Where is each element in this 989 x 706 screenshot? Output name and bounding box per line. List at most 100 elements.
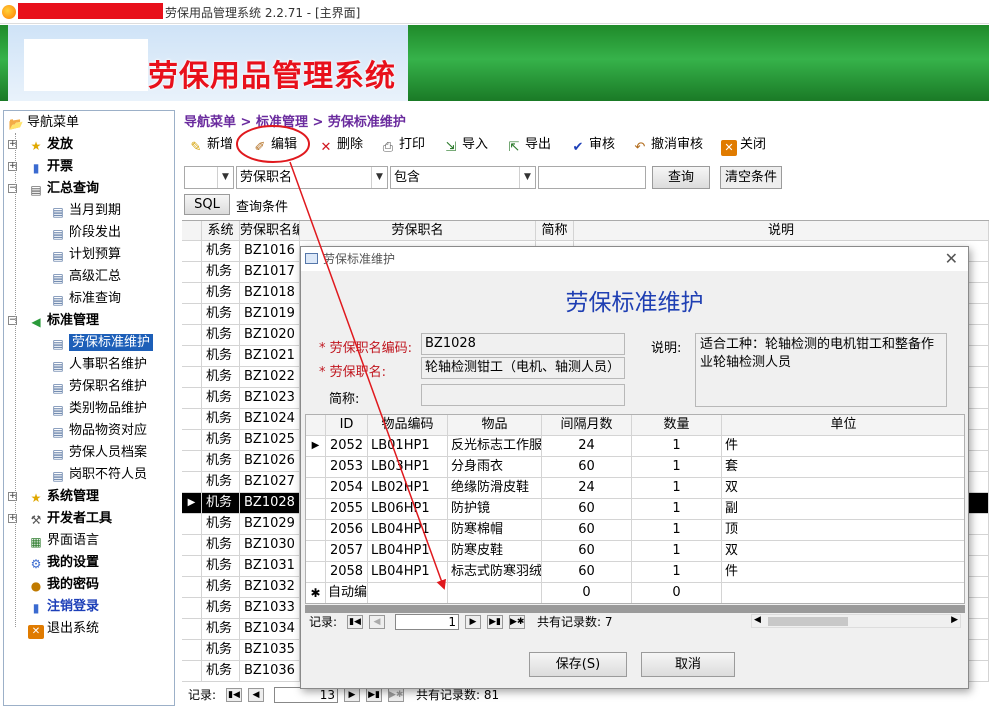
nav-item-2-3[interactable]: ▤ 高级汇总 xyxy=(50,267,121,287)
last-page-button[interactable]: ▶▮ xyxy=(366,688,382,702)
table-cell[interactable]: BZ1023 xyxy=(240,388,300,408)
print-button[interactable]: ⎙ 打印 xyxy=(378,133,425,157)
table-cell[interactable]: BZ1036 xyxy=(240,661,300,681)
table-cell[interactable]: 副 xyxy=(722,499,964,519)
table-row[interactable]: 2053 LB03HP1 分身雨衣 60 1 套 xyxy=(306,457,964,478)
column-header[interactable]: 单位 xyxy=(722,415,964,435)
table-cell[interactable]: 顶 xyxy=(722,520,964,540)
scroll-thumb[interactable] xyxy=(768,617,848,626)
new-record-button[interactable]: ▶✱ xyxy=(509,615,525,629)
value-input[interactable] xyxy=(538,166,646,189)
cancel-button[interactable]: 取消 xyxy=(641,652,735,677)
save-button[interactable]: 保存(S) xyxy=(529,652,627,677)
short-field[interactable] xyxy=(421,384,625,406)
nav-group-3[interactable]: − ◀ 标准管理 xyxy=(8,311,99,331)
table-cell[interactable]: 2056 xyxy=(326,520,368,540)
nav-extra-1[interactable]: ⚙ 我的设置 xyxy=(28,553,99,573)
code-field[interactable]: BZ1028 xyxy=(421,333,625,355)
query-button[interactable]: 查询 xyxy=(652,166,710,189)
table-row[interactable]: 2056 LB04HP1 防寒棉帽 60 1 顶 xyxy=(306,520,964,541)
new-record-button[interactable]: ▶✱ xyxy=(388,688,404,702)
nav-item-3-4[interactable]: ▤ 物品物资对应 xyxy=(50,421,147,441)
sql-button[interactable]: SQL xyxy=(184,194,230,215)
table-cell[interactable]: 防寒皮鞋 xyxy=(448,541,542,561)
field-combo[interactable]: 劳保职名 ▼ xyxy=(236,166,388,189)
table-cell[interactable]: 1 xyxy=(632,457,722,477)
nav-item-2-2[interactable]: ▤ 计划预算 xyxy=(50,245,121,265)
nav-group-1[interactable]: + ▮ 开票 xyxy=(8,157,73,177)
audit-button[interactable]: ✔ 审核 xyxy=(568,133,615,157)
table-row[interactable]: 2055 LB06HP1 防护镜 60 1 副 xyxy=(306,499,964,520)
table-cell[interactable]: BZ1028 xyxy=(240,493,300,513)
page-input[interactable]: 1 xyxy=(395,614,459,630)
nav-item-3-0[interactable]: ▤ 劳保标准维护 xyxy=(50,333,154,353)
grid-scrollbar-track[interactable] xyxy=(305,605,965,613)
table-cell[interactable]: 机务 xyxy=(202,325,240,345)
nav-root[interactable]: 📂 导航菜单 xyxy=(8,113,80,133)
table-cell[interactable]: BZ1031 xyxy=(240,556,300,576)
table-cell[interactable]: 双 xyxy=(722,541,964,561)
edit-button[interactable]: ✐ 编辑 xyxy=(250,133,297,157)
next-page-button[interactable]: ▶ xyxy=(465,615,481,629)
column-header[interactable]: 劳保职名 xyxy=(300,221,536,241)
table-cell[interactable]: 1 xyxy=(632,520,722,540)
table-cell[interactable]: 机务 xyxy=(202,619,240,639)
table-cell[interactable]: BZ1016 xyxy=(240,241,300,261)
table-cell[interactable]: BZ1033 xyxy=(240,598,300,618)
table-cell[interactable]: 60 xyxy=(542,541,632,561)
clear-filter-button[interactable]: 清空条件 xyxy=(720,166,782,189)
table-cell[interactable]: BZ1021 xyxy=(240,346,300,366)
scroll-right-icon[interactable]: ▶ xyxy=(951,615,958,625)
table-cell[interactable]: 0 xyxy=(542,583,632,603)
table-cell[interactable]: 2055 xyxy=(326,499,368,519)
nav-group-4[interactable]: + ★ 系统管理 xyxy=(8,487,99,507)
table-cell[interactable]: 机务 xyxy=(202,451,240,471)
table-cell[interactable]: 机务 xyxy=(202,388,240,408)
table-cell[interactable]: BZ1026 xyxy=(240,451,300,471)
table-cell[interactable]: 防护镜 xyxy=(448,499,542,519)
nav-extra-3[interactable]: ▮ 注销登录 xyxy=(28,597,99,617)
table-cell[interactable]: BZ1035 xyxy=(240,640,300,660)
prev-page-button[interactable]: ◀ xyxy=(248,688,264,702)
table-cell[interactable]: 1 xyxy=(632,436,722,456)
table-cell[interactable]: 60 xyxy=(542,562,632,582)
table-cell[interactable]: 2057 xyxy=(326,541,368,561)
nav-group-2[interactable]: − ▤ 汇总查询 xyxy=(8,179,99,199)
prev-page-button[interactable]: ◀ xyxy=(369,615,385,629)
table-cell[interactable]: 机务 xyxy=(202,493,240,513)
table-cell[interactable]: 1 xyxy=(632,499,722,519)
table-cell[interactable]: LB02HP1 xyxy=(368,478,448,498)
nav-extra-0[interactable]: ▦ 界面语言 xyxy=(28,531,99,551)
first-page-button[interactable]: ▮◀ xyxy=(347,615,363,629)
delete-button[interactable]: ✕ 删除 xyxy=(316,133,363,157)
table-cell[interactable]: 防寒棉帽 xyxy=(448,520,542,540)
table-cell[interactable]: 机务 xyxy=(202,241,240,261)
column-header[interactable]: ID xyxy=(326,415,368,435)
table-cell[interactable]: 60 xyxy=(542,457,632,477)
table-cell[interactable]: BZ1024 xyxy=(240,409,300,429)
table-cell[interactable]: 机务 xyxy=(202,514,240,534)
column-header[interactable]: 数量 xyxy=(632,415,722,435)
table-cell[interactable]: BZ1032 xyxy=(240,577,300,597)
table-cell[interactable]: 2054 xyxy=(326,478,368,498)
column-header[interactable]: 简称 xyxy=(536,221,574,241)
page-input[interactable]: 13 xyxy=(274,687,338,703)
table-cell[interactable]: 1 xyxy=(632,541,722,561)
name-field[interactable]: 轮轴检测钳工（电机、轴测人员） xyxy=(421,357,625,379)
unaudit-button[interactable]: ↶ 撤消审核 xyxy=(630,133,703,157)
table-cell[interactable]: 机务 xyxy=(202,283,240,303)
nav-item-2-0[interactable]: ▤ 当月到期 xyxy=(50,201,121,221)
first-page-button[interactable]: ▮◀ xyxy=(226,688,242,702)
table-cell[interactable]: 双 xyxy=(722,478,964,498)
table-cell[interactable]: BZ1019 xyxy=(240,304,300,324)
nav-item-3-2[interactable]: ▤ 劳保职名维护 xyxy=(50,377,147,397)
column-header[interactable]: 物品编码 xyxy=(368,415,448,435)
table-cell[interactable]: 标志式防寒羽绒 xyxy=(448,562,542,582)
new-record-row[interactable]: ✱自动编号 00 xyxy=(306,583,964,603)
table-cell[interactable]: 机务 xyxy=(202,535,240,555)
table-cell[interactable]: 绝缘防滑皮鞋 xyxy=(448,478,542,498)
table-cell[interactable]: LB04HP1 xyxy=(368,520,448,540)
next-page-button[interactable]: ▶ xyxy=(344,688,360,702)
table-cell[interactable]: 自动编号 xyxy=(326,583,368,603)
table-cell[interactable]: 2053 xyxy=(326,457,368,477)
